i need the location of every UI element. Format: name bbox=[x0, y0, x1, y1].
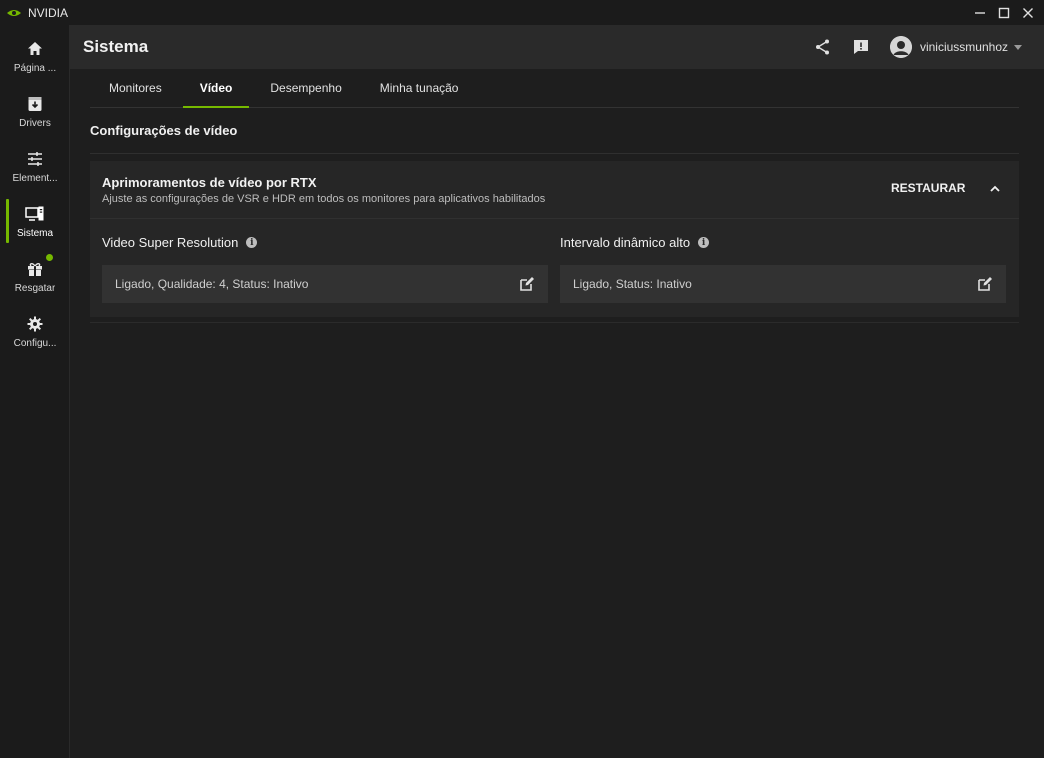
divider bbox=[90, 153, 1019, 154]
vsr-settings-field[interactable]: Ligado, Qualidade: 4, Status: Inativo bbox=[102, 265, 548, 303]
minimize-button[interactable] bbox=[968, 1, 992, 25]
tab-bar: Monitores Vídeo Desempenho Minha tunação bbox=[90, 69, 1019, 108]
user-menu[interactable]: viniciussmunhoz bbox=[889, 36, 1022, 58]
vsr-label: Video Super Resolution i bbox=[102, 235, 258, 250]
close-button[interactable] bbox=[1016, 1, 1040, 25]
notification-dot bbox=[46, 254, 53, 261]
tab-video[interactable]: Vídeo bbox=[181, 69, 252, 108]
section-title: Configurações de vídeo bbox=[90, 123, 238, 138]
minimize-icon bbox=[975, 11, 985, 14]
card-subtitle: Ajuste as configurações de VSR e HDR em … bbox=[102, 193, 546, 205]
sidebar-item-settings[interactable]: Configu... bbox=[0, 307, 70, 359]
feedback-icon bbox=[853, 40, 868, 54]
page-title: Sistema bbox=[83, 37, 149, 56]
hdr-label: Intervalo dinâmico alto i bbox=[560, 235, 710, 250]
gear-icon bbox=[24, 313, 46, 335]
hdr-settings-field[interactable]: Ligado, Status: Inativo bbox=[560, 265, 1006, 303]
sidebar-item-label: Element... bbox=[12, 173, 58, 184]
username: viniciussmunhoz bbox=[919, 40, 1008, 54]
sidebar-item-label: Configu... bbox=[13, 338, 57, 349]
feature-value: Ligado, Qualidade: 4, Status: Inativo bbox=[115, 277, 309, 291]
maximize-button[interactable] bbox=[992, 1, 1016, 25]
divider bbox=[90, 322, 1019, 323]
edit-icon[interactable] bbox=[519, 276, 535, 292]
header-actions: viniciussmunhoz bbox=[796, 25, 1022, 69]
chevron-up-icon bbox=[990, 185, 1000, 192]
maximize-icon bbox=[998, 7, 1010, 18]
page-header: Sistema viniciussmunhoz bbox=[70, 25, 1044, 69]
nvidia-logo-icon bbox=[7, 9, 21, 16]
sidebar: Página ... Drivers Element... Sistema Re… bbox=[0, 25, 70, 758]
sidebar-item-elements[interactable]: Element... bbox=[0, 142, 70, 194]
info-icon[interactable]: i bbox=[246, 237, 258, 248]
gift-icon bbox=[24, 258, 46, 280]
sliders-icon bbox=[24, 148, 46, 170]
sidebar-item-drivers[interactable]: Drivers bbox=[0, 87, 70, 139]
tab-monitors[interactable]: Monitores bbox=[90, 69, 181, 107]
collapse-button[interactable] bbox=[985, 179, 1005, 199]
home-icon bbox=[24, 38, 46, 60]
avatar bbox=[889, 36, 912, 58]
rtx-video-card: Aprimoramentos de vídeo por RTX Ajuste a… bbox=[90, 161, 1019, 317]
edit-icon[interactable] bbox=[977, 276, 993, 292]
sidebar-item-label: Drivers bbox=[19, 118, 51, 129]
sidebar-item-label: Página ... bbox=[13, 63, 57, 74]
sidebar-item-label: Sistema bbox=[16, 228, 54, 239]
app-window: NVIDIA Página ... Drivers Element... Sis… bbox=[0, 0, 1044, 758]
feature-value: Ligado, Status: Inativo bbox=[573, 277, 692, 291]
info-icon[interactable]: i bbox=[698, 237, 710, 248]
share-icon bbox=[815, 39, 829, 55]
feature-label-text: Intervalo dinâmico alto bbox=[560, 235, 691, 250]
tab-performance[interactable]: Desempenho bbox=[251, 69, 360, 107]
sidebar-item-system[interactable]: Sistema bbox=[0, 197, 70, 249]
window-controls bbox=[968, 0, 1040, 25]
tab-my-tuning[interactable]: Minha tunação bbox=[361, 69, 478, 107]
restore-button[interactable]: RESTAURAR bbox=[891, 181, 965, 195]
download-icon bbox=[24, 93, 46, 115]
title-bar: NVIDIA bbox=[0, 0, 1044, 25]
chevron-down-icon bbox=[1014, 44, 1022, 50]
feature-label-text: Video Super Resolution bbox=[102, 235, 239, 250]
monitor-icon bbox=[24, 203, 46, 225]
feedback-button[interactable] bbox=[850, 36, 872, 58]
sidebar-item-redeem[interactable]: Resgatar bbox=[0, 252, 70, 304]
sidebar-item-home[interactable]: Página ... bbox=[0, 32, 70, 84]
sidebar-item-label: Resgatar bbox=[14, 283, 56, 294]
close-icon bbox=[1023, 7, 1033, 18]
card-header: Aprimoramentos de vídeo por RTX Ajuste a… bbox=[90, 161, 1019, 219]
share-button[interactable] bbox=[812, 36, 834, 58]
app-title: NVIDIA bbox=[28, 5, 69, 20]
card-title: Aprimoramentos de vídeo por RTX bbox=[102, 175, 317, 190]
